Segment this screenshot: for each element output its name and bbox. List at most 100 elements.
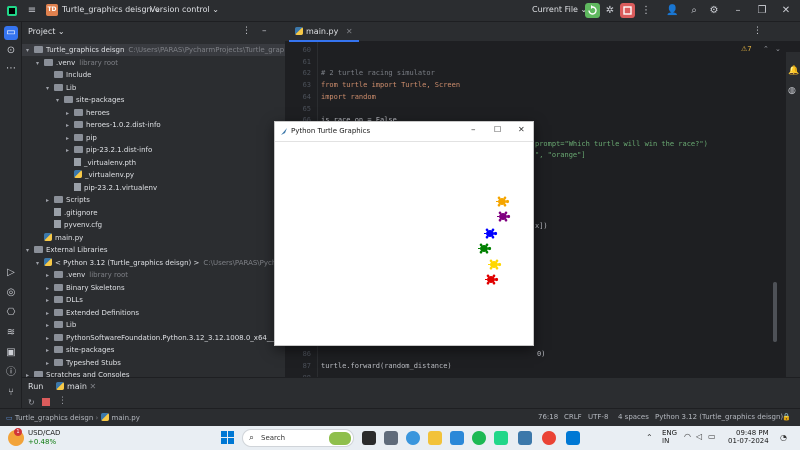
input-language[interactable]: ENG IN <box>662 429 677 445</box>
code-line[interactable]: 0) <box>537 348 545 360</box>
tree-item[interactable]: ▸ Scratches and Consoles <box>26 369 130 377</box>
commit-tool-icon[interactable]: ⊙ <box>4 44 18 58</box>
main-menu-icon[interactable]: ≡ <box>26 5 38 17</box>
tree-item[interactable]: ▾ < Python 3.12 (Turtle_graphics deisgn) … <box>36 257 285 269</box>
run-tool-icon[interactable]: ▷ <box>4 266 18 280</box>
close-tab-icon[interactable]: ✕ <box>346 27 353 36</box>
code-line[interactable]: import random <box>321 91 376 103</box>
breadcrumb-project[interactable]: Turtle_graphics deisgn <box>15 414 93 422</box>
project-tool-icon[interactable]: ▭ <box>4 26 18 40</box>
file-encoding[interactable]: UTF-8 <box>588 413 608 421</box>
code-line[interactable]: # 2 turtle racing simulator <box>321 67 435 79</box>
tree-item[interactable]: ▸ heroes-1.0.2.dist-info <box>66 119 161 131</box>
battery-icon[interactable]: ▭ <box>708 432 716 441</box>
version-control-menu[interactable]: Version control ⌄ <box>150 5 219 14</box>
debug-icon[interactable]: ✲ <box>604 5 616 17</box>
line-separator[interactable]: CRLF <box>564 413 582 421</box>
close-tab-icon[interactable]: ✕ <box>90 382 97 391</box>
tree-item[interactable]: pip-23.2.1.virtualenv <box>66 182 157 194</box>
chevron-right-icon[interactable]: ▸ <box>46 320 54 332</box>
chevron-right-icon[interactable]: ▸ <box>66 120 74 132</box>
tree-item[interactable]: ▸ PythonSoftwareFoundation.Python.3.12_3.… <box>46 332 285 344</box>
layers-icon[interactable]: ≋ <box>4 326 18 340</box>
chevron-right-icon[interactable]: ▸ <box>46 195 54 207</box>
chevron-right-icon[interactable]: ▸ <box>66 145 74 157</box>
turtle-canvas[interactable] <box>275 142 533 345</box>
ai-assistant-icon[interactable]: ◍ <box>788 86 796 96</box>
code-line[interactable]: ", "orange"] <box>535 149 586 161</box>
settings-gear-icon[interactable]: ⚙ <box>708 5 720 17</box>
tree-item[interactable]: .gitignore <box>46 207 98 219</box>
tree-item[interactable]: ▸ Lib <box>46 319 76 331</box>
git-icon[interactable]: ⑂ <box>4 386 18 400</box>
tree-item[interactable]: ▾ site-packages <box>56 94 124 106</box>
minimize-icon[interactable]: – <box>732 5 744 17</box>
chevron-right-icon[interactable]: ▸ <box>66 133 74 145</box>
chevron-up-icon[interactable]: ⌃ <box>646 433 653 442</box>
tree-item[interactable]: ▸ Binary Skeletons <box>46 282 125 294</box>
spotify-icon[interactable] <box>472 431 486 445</box>
file-explorer-icon[interactable] <box>428 431 442 445</box>
ticker-symbol[interactable]: USD/CAD <box>28 429 60 437</box>
tree-item[interactable]: ▸ Extended Definitions <box>46 307 139 319</box>
tab-main-py[interactable]: main.py ✕ <box>289 22 359 42</box>
problems-icon[interactable]: ⓘ <box>4 366 18 380</box>
structure-tool-icon[interactable]: ⋯ <box>4 62 18 76</box>
chevron-right-icon[interactable]: ▸ <box>26 370 34 377</box>
tree-item[interactable]: ▸ Typeshed Stubs <box>46 357 121 369</box>
chevron-right-icon[interactable]: ▸ <box>66 108 74 120</box>
chevron-down-icon[interactable]: ▾ <box>36 258 44 270</box>
restore-icon[interactable]: ❐ <box>756 5 768 17</box>
chevron-right-icon[interactable]: ▸ <box>46 270 54 282</box>
todo-app-icon[interactable] <box>450 431 464 445</box>
tree-item[interactable]: ▸ Scripts <box>46 194 90 206</box>
tree-item[interactable]: ▸ .venv library root <box>46 269 128 281</box>
indent-setting[interactable]: 4 spaces <box>618 413 649 421</box>
volume-icon[interactable]: ◁ <box>696 432 702 441</box>
chevron-down-icon[interactable]: ▾ <box>26 245 34 257</box>
tree-item[interactable]: pyvenv.cfg <box>46 219 102 231</box>
tree-item[interactable]: _virtualenv.py <box>66 169 134 181</box>
minimize-icon[interactable]: – <box>471 125 476 135</box>
chevron-right-icon[interactable]: ▸ <box>46 345 54 357</box>
python-console-icon[interactable]: ⎔ <box>4 306 18 320</box>
tree-item[interactable]: ▾ External Libraries <box>26 244 108 256</box>
stop-button[interactable] <box>620 3 635 18</box>
tree-item[interactable]: Include <box>46 69 91 81</box>
more-actions-icon[interactable]: ⋮ <box>58 396 67 406</box>
chevron-down-icon[interactable]: ⌄ <box>775 45 781 53</box>
chevron-down-icon[interactable]: ▾ <box>26 45 34 57</box>
tree-item[interactable]: ▸ heroes <box>66 107 110 119</box>
python-packages-icon[interactable]: ◎ <box>4 286 18 300</box>
lock-icon[interactable]: 🔒 <box>782 413 791 421</box>
wifi-icon[interactable]: ◠ <box>684 432 691 441</box>
chevron-right-icon[interactable]: ▸ <box>46 308 54 320</box>
chevron-down-icon[interactable]: ▾ <box>56 95 64 107</box>
warnings-indicator[interactable]: ⚠7 <box>741 45 752 53</box>
close-icon[interactable]: ✕ <box>780 5 792 17</box>
rerun-icon[interactable]: ↻ <box>28 398 35 407</box>
chevron-right-icon[interactable]: ▸ <box>46 333 54 345</box>
hide-panel-icon[interactable]: – <box>262 26 267 36</box>
project-panel-title[interactable]: Project ⌄ <box>28 27 65 36</box>
photos-app-icon[interactable] <box>566 431 580 445</box>
code-line[interactable]: x]) <box>535 220 548 232</box>
tree-item[interactable]: ▾ Lib <box>46 82 76 94</box>
maximize-icon[interactable]: ☐ <box>494 125 501 134</box>
windows-start-icon[interactable] <box>221 431 235 445</box>
run-panel-title[interactable]: Run <box>28 382 43 391</box>
rerun-button[interactable] <box>585 3 600 18</box>
notifications-icon[interactable]: 🔔 <box>788 66 799 76</box>
tab-options-icon[interactable]: ⋮ <box>753 26 762 36</box>
code-line[interactable]: turtle.forward(random_distance) <box>321 360 452 372</box>
taskbar-search-box[interactable]: ⌕ Search <box>242 429 354 447</box>
stop-icon[interactable] <box>42 398 50 406</box>
breadcrumb-file[interactable]: main.py <box>112 414 140 422</box>
chevron-up-icon[interactable]: ⌃ <box>763 45 769 53</box>
tree-item[interactable]: ▸ DLLs <box>46 294 83 306</box>
project-switcher[interactable]: Turtle_graphics deisgn ⌄ <box>62 5 161 14</box>
chevron-right-icon[interactable]: ▸ <box>46 283 54 295</box>
tree-item[interactable]: ▸ site-packages <box>46 344 114 356</box>
editor-scrollbar[interactable] <box>773 282 777 342</box>
code-line[interactable]: prompt="Which turtle will win the race?"… <box>535 138 708 150</box>
